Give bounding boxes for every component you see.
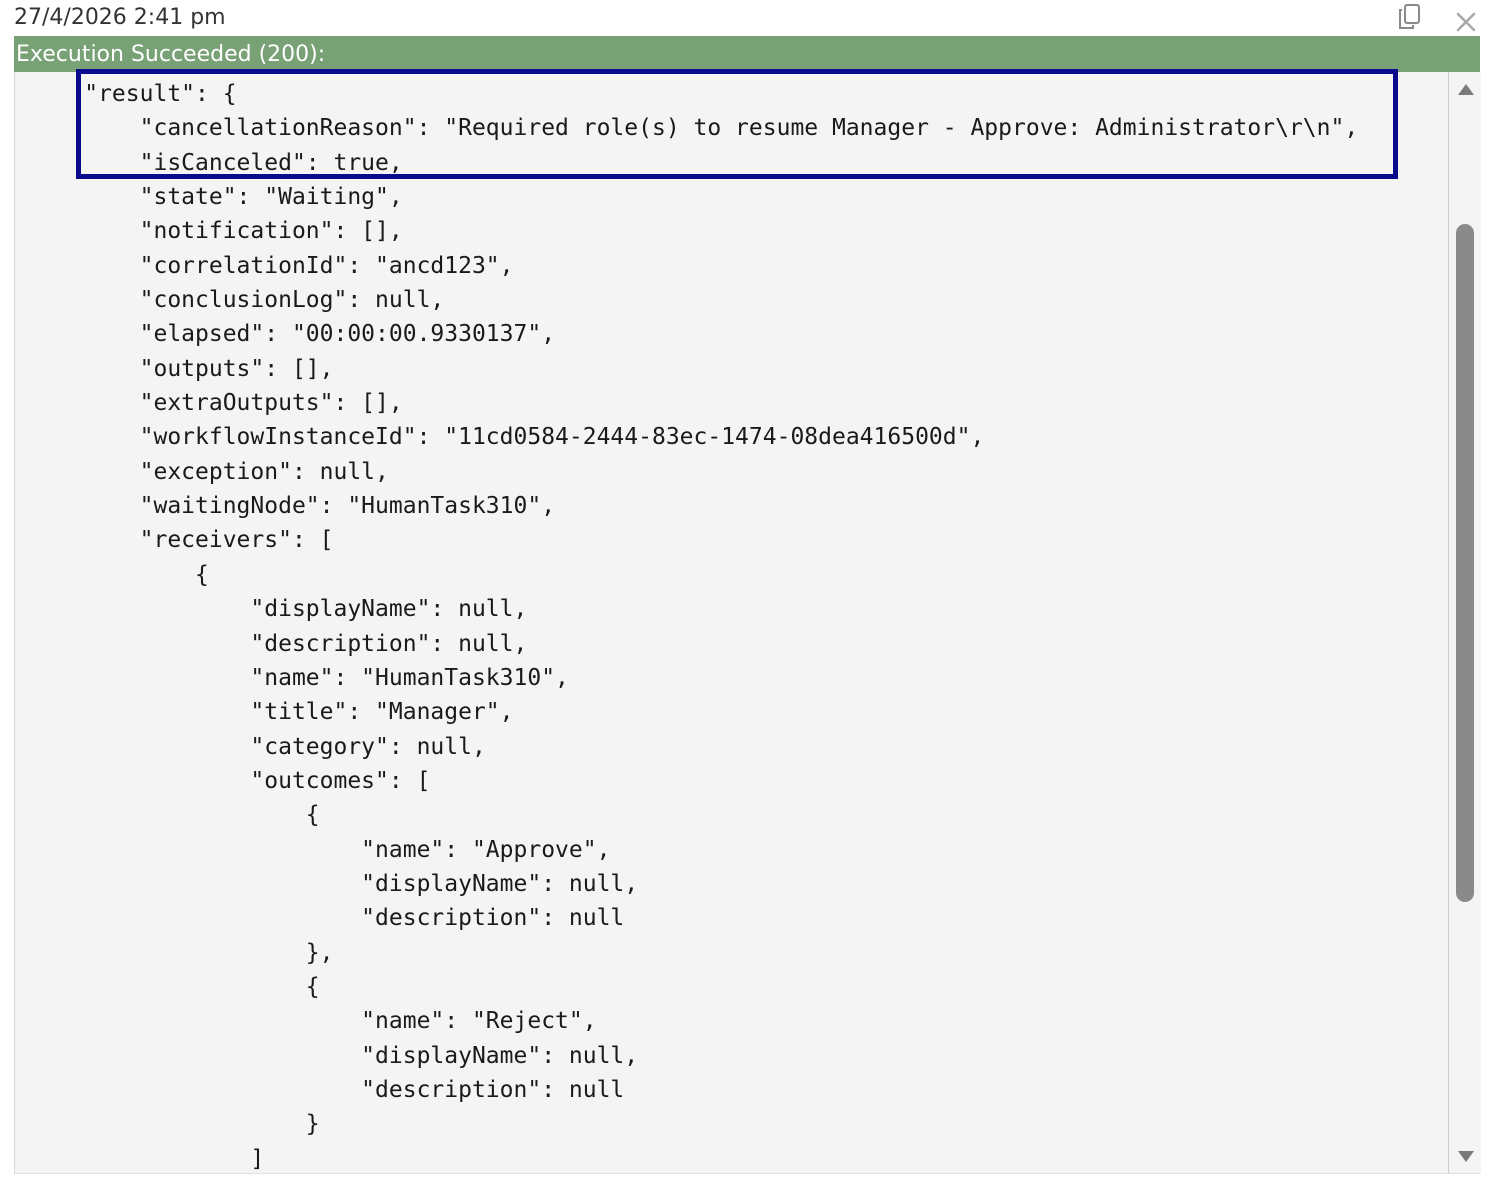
code-line: "title": "Manager", — [15, 699, 514, 726]
code-line: "name": "HumanTask310", — [15, 664, 569, 691]
json-response: "result": { "cancellationReason": "Requi… — [15, 77, 1445, 1173]
code-line: "outputs": [], — [15, 355, 334, 382]
code-line: { — [15, 802, 320, 829]
code-line: "exception": null, — [15, 458, 389, 485]
code-line: "displayName": null, — [15, 1042, 639, 1069]
code-line: }, — [15, 939, 334, 966]
code-line: { — [15, 973, 320, 1000]
code-line: "isCanceled": true, — [15, 149, 403, 176]
divider — [14, 1173, 1480, 1174]
scroll-up-arrow-icon[interactable] — [1458, 84, 1474, 95]
status-banner: Execution Succeeded (200): — [14, 36, 1480, 72]
response-body-panel[interactable]: "result": { "cancellationReason": "Requi… — [14, 72, 1481, 1173]
code-line: "description": null — [15, 1076, 625, 1103]
code-line: "state": "Waiting", — [15, 184, 403, 211]
code-line: "result": { — [15, 81, 237, 107]
code-line: { — [15, 561, 209, 588]
close-icon[interactable] — [1454, 10, 1478, 34]
code-line: "displayName": null, — [15, 870, 639, 897]
copy-icon[interactable] — [1396, 3, 1424, 31]
vertical-scrollbar[interactable] — [1448, 72, 1480, 1173]
code-line: "elapsed": "00:00:00.9330137", — [15, 321, 556, 348]
code-line: "workflowInstanceId": "11cd0584-2444-83e… — [15, 424, 985, 451]
code-line: ] — [15, 1145, 265, 1172]
scroll-thumb[interactable] — [1456, 224, 1474, 902]
code-line: "waitingNode": "HumanTask310", — [15, 493, 556, 520]
code-line: "conclusionLog": null, — [15, 287, 445, 314]
code-line: "correlationId": "ancd123", — [15, 252, 514, 279]
code-line: "name": "Approve", — [15, 836, 611, 863]
code-line: "outcomes": [ — [15, 767, 431, 794]
code-line: "extraOutputs": [], — [15, 390, 403, 417]
code-line: "notification": [], — [15, 218, 403, 245]
header-bar: 27/4/2026 2:41 pm — [0, 0, 1500, 36]
code-line: "name": "Reject", — [15, 1008, 597, 1035]
code-line: "cancellationReason": "Required role(s) … — [15, 115, 1359, 142]
code-line: } — [15, 1111, 320, 1138]
code-line: "category": null, — [15, 733, 486, 760]
scroll-down-arrow-icon[interactable] — [1458, 1151, 1474, 1162]
code-line: "description": null, — [15, 630, 528, 657]
code-line: "description": null — [15, 905, 625, 932]
code-line: "receivers": [ — [15, 527, 334, 554]
code-line: "displayName": null, — [15, 596, 528, 623]
timestamp: 27/4/2026 2:41 pm — [14, 5, 226, 30]
